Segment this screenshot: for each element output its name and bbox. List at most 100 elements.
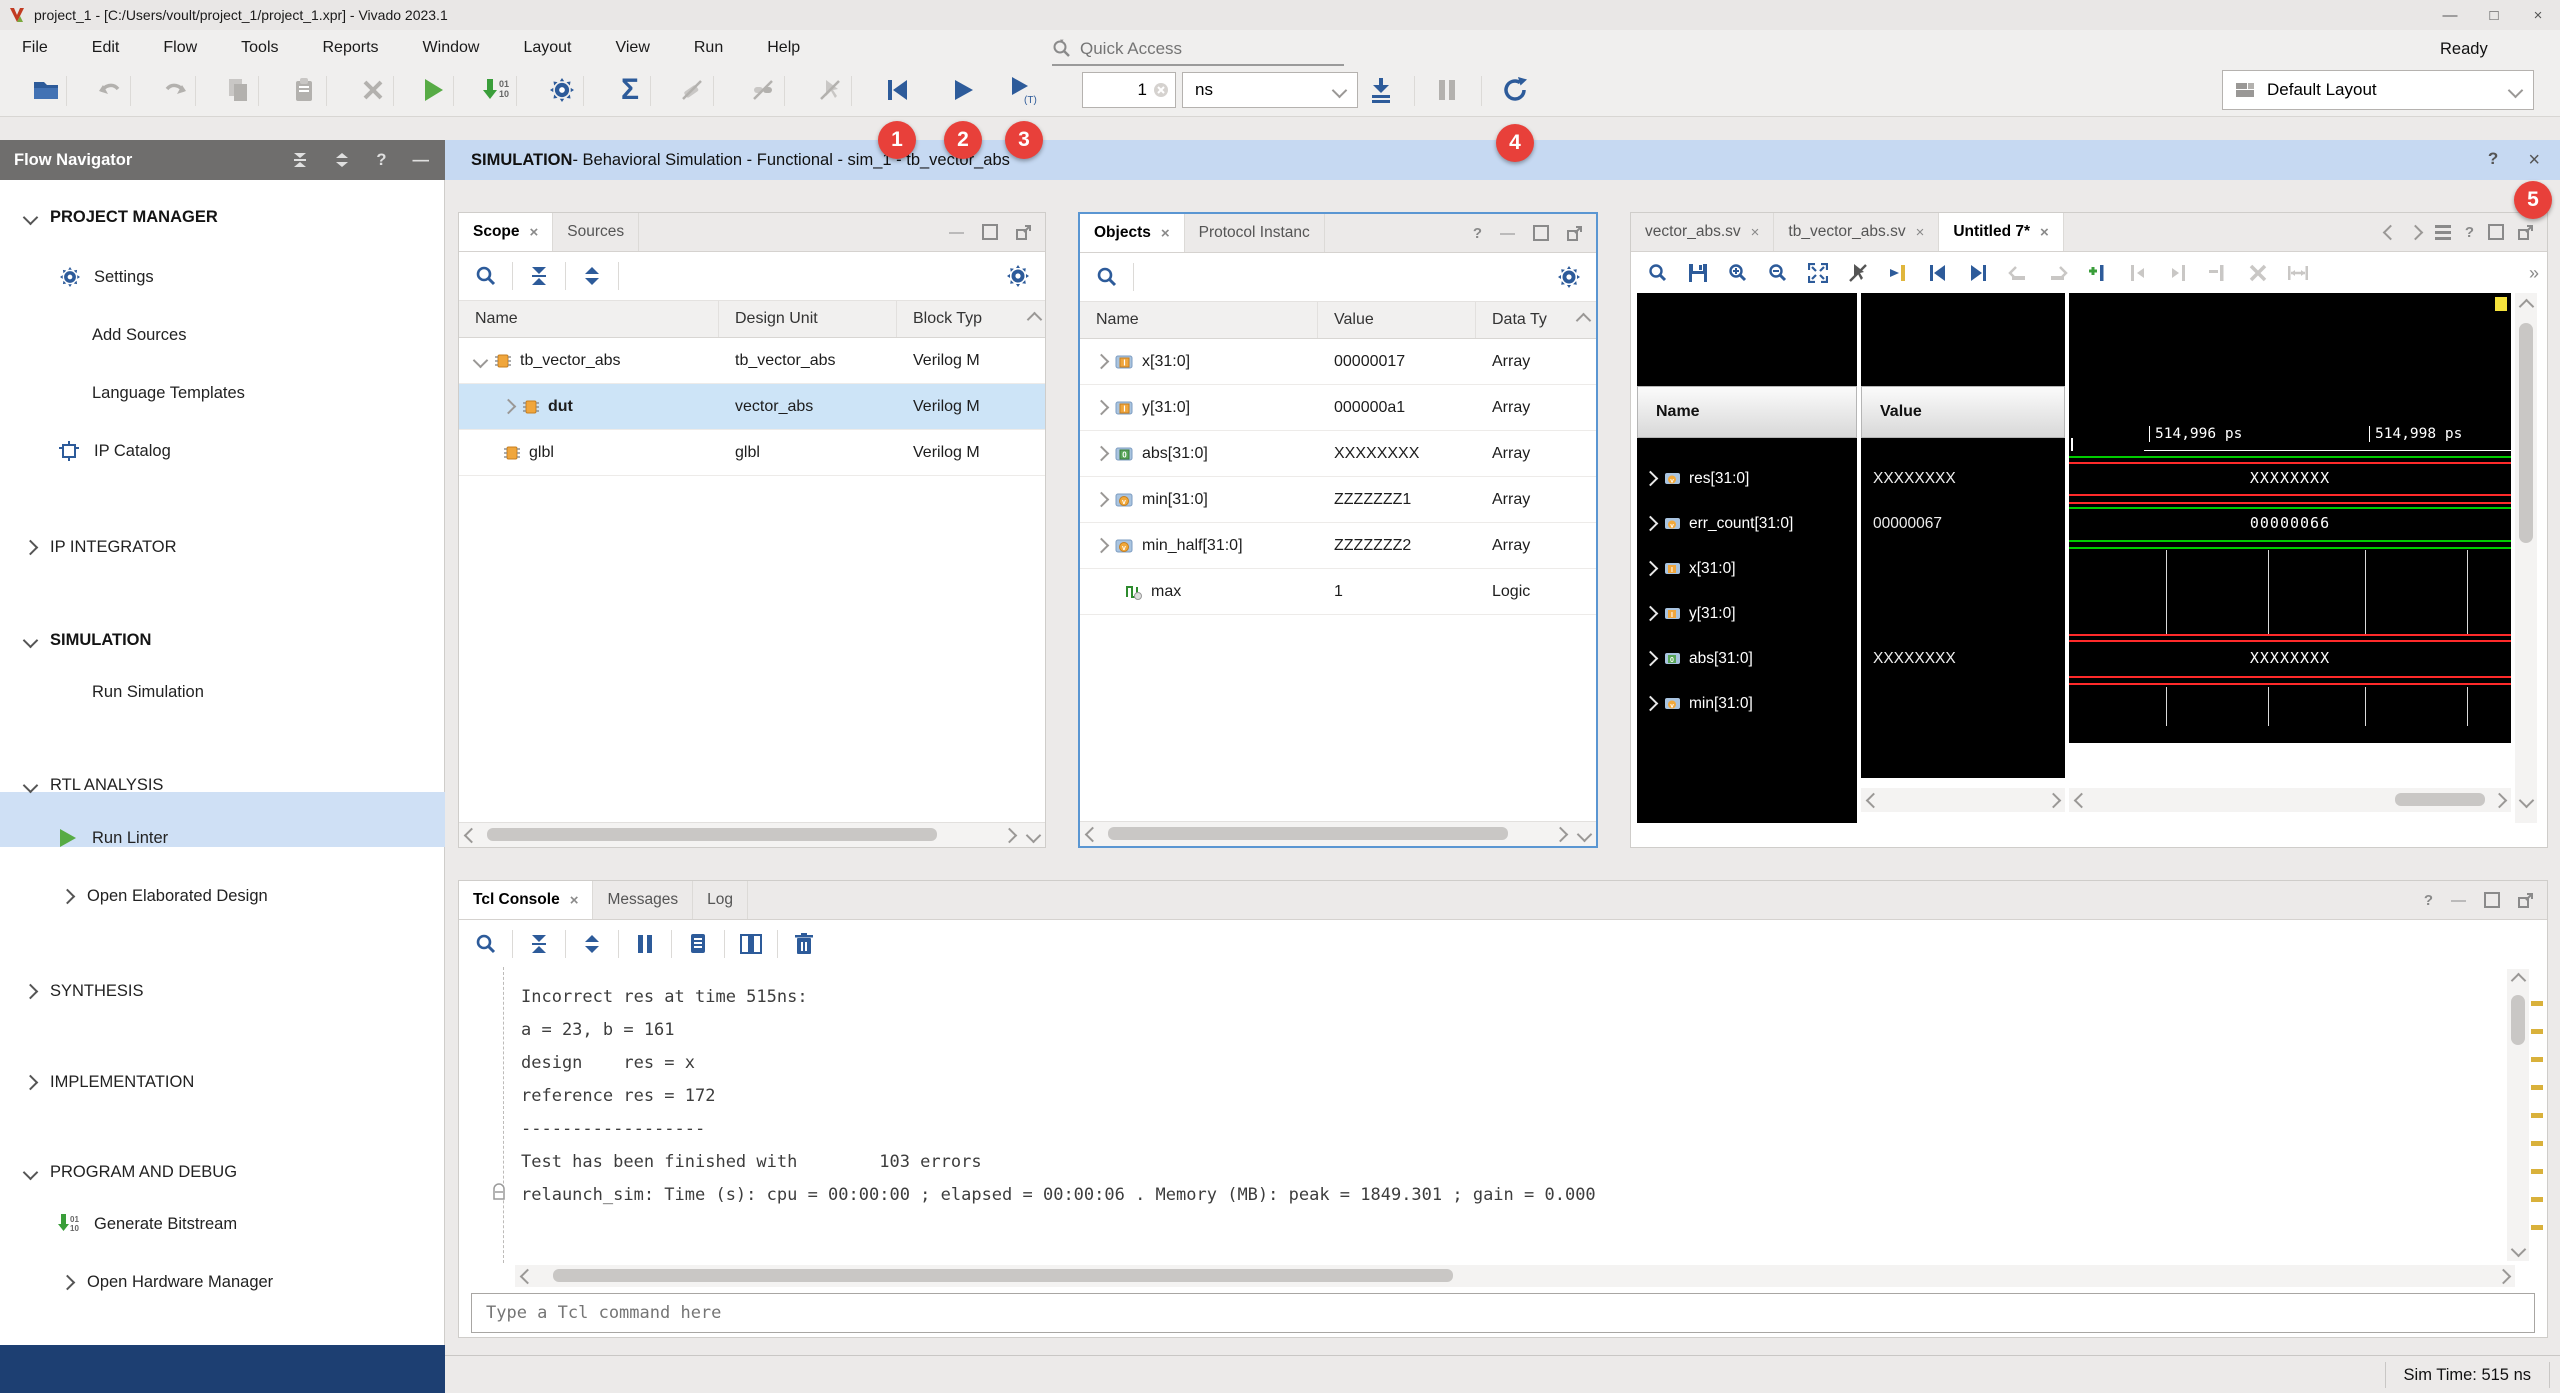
scope-row-dut-selected[interactable]: dut vector_abs Verilog M — [459, 384, 1045, 430]
menu-view[interactable]: View — [593, 39, 671, 57]
wave-canvas[interactable]: 514,996 ps 514,998 ps XXXXXXXX 00000066 — [2069, 293, 2511, 743]
objects-row-min[interactable]: vmin[31:0] ZZZZZZZ1 Array — [1080, 477, 1596, 523]
wave-canvas-h-scrollbar[interactable] — [2069, 788, 2511, 812]
objects-row-abs[interactable]: 0abs[31:0] XXXXXXXX Array — [1080, 431, 1596, 477]
tab-untitled-7[interactable]: Untitled 7*× — [1939, 213, 2063, 251]
wave-prev-marker2-button[interactable] — [2119, 255, 2157, 291]
menu-edit[interactable]: Edit — [70, 39, 142, 57]
expand-chevron-icon[interactable] — [1094, 492, 1110, 508]
help-icon[interactable]: ? — [2465, 224, 2474, 241]
expand-chevron-icon[interactable] — [1643, 651, 1659, 667]
menu-help[interactable]: Help — [745, 39, 822, 57]
sidebar-item-add-sources[interactable]: Add Sources — [92, 315, 186, 355]
sidebar-section-simulation[interactable]: SIMULATION — [25, 620, 151, 660]
sim-time-input[interactable]: 1 — [1082, 72, 1176, 108]
menu-layout[interactable]: Layout — [501, 39, 593, 57]
wave-value-h-scrollbar[interactable] — [1861, 788, 2065, 812]
objects-h-scrollbar[interactable] — [1080, 821, 1596, 846]
expand-chevron-icon[interactable] — [1094, 538, 1110, 554]
tcl-expand-all-button[interactable] — [573, 926, 611, 962]
column-header-design-unit[interactable]: Design Unit — [719, 301, 897, 337]
wave-prev-marker-button[interactable] — [1919, 255, 1957, 291]
scroll-up-arrow[interactable] — [1023, 314, 1045, 325]
expand-all-icon[interactable] — [334, 152, 350, 168]
sidebar-item-run-linter[interactable]: Run Linter — [58, 818, 168, 858]
scroll-down-arrow[interactable] — [1572, 829, 1596, 840]
minimize-icon[interactable]: — — [1500, 225, 1515, 242]
quick-access-search[interactable] — [1052, 34, 1344, 66]
sidebar-section-synthesis[interactable]: SYNTHESIS — [25, 971, 144, 1011]
undo-button[interactable] — [90, 70, 130, 110]
quick-access-input[interactable] — [1078, 38, 1302, 60]
expand-chevron-icon[interactable] — [1094, 400, 1110, 416]
banner-help-icon[interactable]: ? — [2488, 149, 2498, 172]
delete-button[interactable] — [353, 70, 393, 110]
wave-no-pointer-button[interactable] — [1839, 255, 1877, 291]
objects-row-max[interactable]: max 1 Logic — [1080, 569, 1596, 615]
expand-chevron-icon[interactable] — [1643, 516, 1659, 532]
wave-signal-y[interactable]: Iy[31:0] — [1637, 591, 1857, 636]
disabled-tool-button-1[interactable] — [672, 70, 712, 110]
sidebar-item-open-hardware-manager[interactable]: Open Hardware Manager — [62, 1262, 273, 1302]
tab-messages[interactable]: Messages — [593, 881, 693, 919]
restart-sim-button[interactable] — [877, 70, 917, 110]
sidebar-section-ip-integrator[interactable]: IP INTEGRATOR — [25, 527, 177, 567]
close-icon[interactable]: × — [2040, 224, 2049, 241]
expand-chevron-icon[interactable] — [1094, 446, 1110, 462]
objects-row-min-half[interactable]: vmin_half[31:0] ZZZZZZZ2 Array — [1080, 523, 1596, 569]
scope-row-tb-vector-abs[interactable]: tb_vector_abs tb_vector_abs Verilog M — [459, 338, 1045, 384]
collapse-all-icon[interactable] — [292, 152, 308, 168]
menu-flow[interactable]: Flow — [141, 39, 219, 57]
run-all-sim-button[interactable] — [943, 70, 983, 110]
help-icon[interactable]: ? — [376, 151, 386, 170]
tcl-console-output[interactable]: Incorrect res at time 515ns: a = 23, b =… — [459, 967, 2547, 1263]
wave-delete-button[interactable] — [2239, 255, 2277, 291]
window-close-button[interactable]: × — [2516, 7, 2560, 24]
wave-signal-x[interactable]: Ix[31:0] — [1637, 546, 1857, 591]
toolbar-overflow-icon[interactable]: » — [2529, 263, 2539, 284]
wave-search-button[interactable] — [1639, 255, 1677, 291]
sidebar-section-project-manager[interactable]: PROJECT MANAGER — [25, 197, 218, 237]
report-summary-button[interactable]: Σ — [610, 70, 650, 110]
wave-zoom-out-button[interactable] — [1759, 255, 1797, 291]
tab-vector-abs-sv[interactable]: vector_abs.sv× — [1631, 213, 1774, 251]
column-header-block-type[interactable]: Block Typ — [897, 301, 1023, 337]
window-maximize-button[interactable]: □ — [2472, 7, 2516, 24]
time-unit-select[interactable]: ns — [1182, 72, 1358, 108]
expand-chevron-icon[interactable] — [473, 353, 489, 369]
wave-next-marker2-button[interactable] — [2159, 255, 2197, 291]
column-header-value[interactable]: Value — [1318, 302, 1476, 338]
column-header-name[interactable]: Name — [459, 301, 719, 337]
tcl-clear-button[interactable] — [785, 926, 823, 962]
wave-save-button[interactable] — [1679, 255, 1717, 291]
expand-chevron-icon[interactable] — [1643, 561, 1659, 577]
scope-row-glbl[interactable]: glbl glbl Verilog M — [459, 430, 1045, 476]
tab-list-icon[interactable] — [2435, 225, 2451, 240]
layout-selector[interactable]: Default Layout — [2222, 70, 2534, 110]
wave-add-marker-button[interactable] — [2079, 255, 2117, 291]
open-project-button[interactable] — [26, 70, 66, 110]
menu-run[interactable]: Run — [672, 39, 745, 57]
wave-next-marker-button[interactable] — [1959, 255, 1997, 291]
step-button[interactable] — [1361, 70, 1401, 110]
wave-remove-marker-button[interactable] — [2199, 255, 2237, 291]
wave-swap-after-button[interactable] — [2039, 255, 2077, 291]
wave-fit-width-button[interactable] — [2279, 255, 2317, 291]
run-button[interactable] — [413, 70, 453, 110]
scope-collapse-all-button[interactable] — [520, 258, 558, 294]
sidebar-item-generate-bitstream[interactable]: 0110Generate Bitstream — [58, 1204, 237, 1244]
scope-h-scrollbar[interactable] — [459, 822, 1045, 847]
sidebar-item-ip-catalog[interactable]: IP Catalog — [58, 431, 171, 471]
scope-expand-all-button[interactable] — [573, 258, 611, 294]
objects-search-button[interactable] — [1088, 259, 1126, 295]
wave-scroll-down-arrow[interactable] — [2515, 788, 2537, 812]
maximize-icon[interactable] — [2488, 224, 2504, 240]
wave-signal-err-count[interactable]: verr_count[31:0] — [1637, 501, 1857, 546]
tcl-pause-output-button[interactable] — [626, 926, 664, 962]
redo-button[interactable] — [155, 70, 195, 110]
window-minimize-button[interactable]: — — [2428, 7, 2472, 24]
minimize-icon[interactable]: — — [413, 151, 430, 170]
objects-row-y[interactable]: Iy[31:0] 000000a1 Array — [1080, 385, 1596, 431]
banner-close-icon[interactable]: × — [2528, 149, 2540, 172]
settings-button[interactable] — [542, 70, 582, 110]
